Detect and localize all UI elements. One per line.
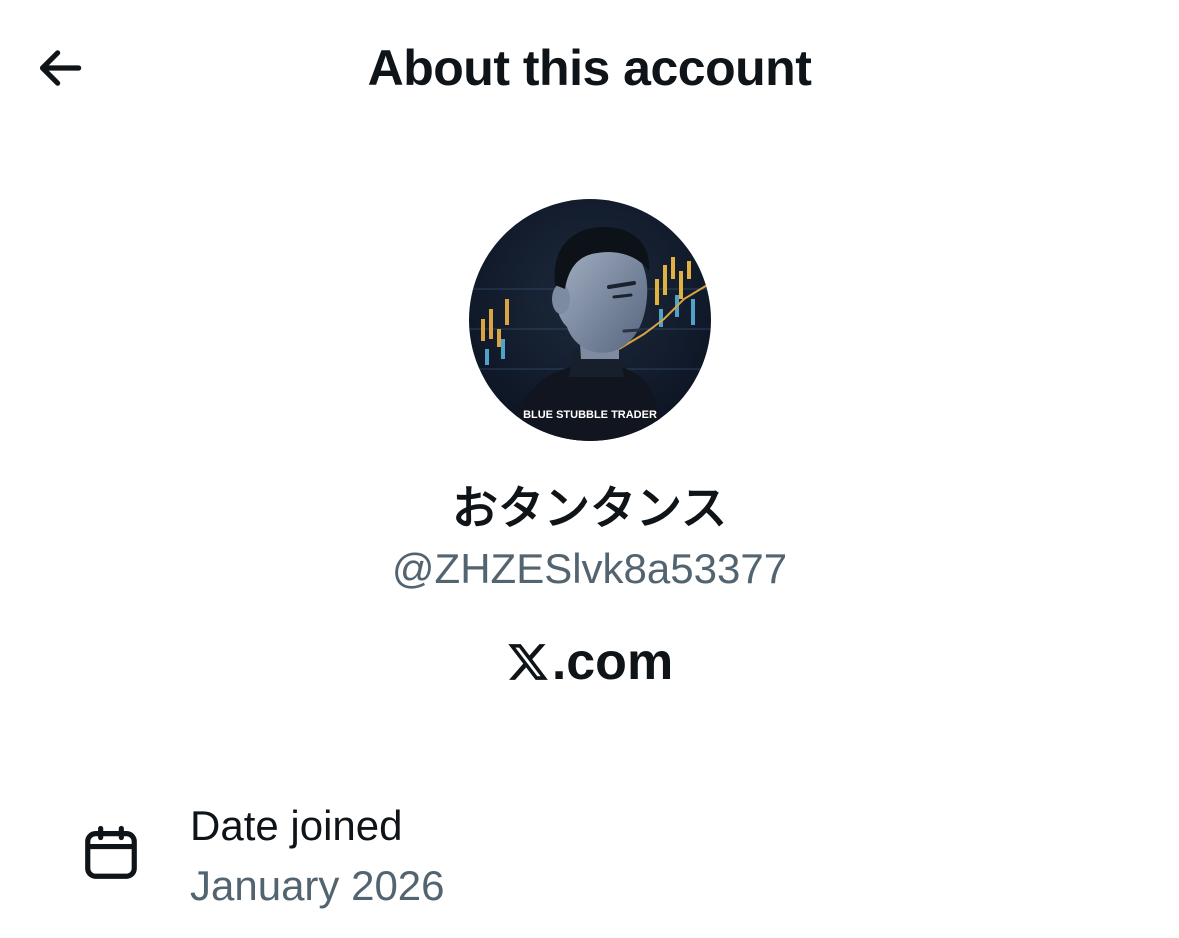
page-title: About this account [367,40,812,96]
user-handle: @ZHZESlvk8a53377 [391,545,788,592]
domain-text: .com [551,633,674,691]
date-joined-value: January 2026 [190,862,445,909]
date-joined-row: Date joined January 2026 [0,798,1179,918]
date-joined-label: Date joined [190,802,403,849]
page-header: About this account [0,0,1179,140]
avatar-caption: BLUE STUBBLE TRADER [523,409,657,421]
avatar[interactable]: BLUE STUBBLE TRADER [469,199,711,441]
avatar-image: BLUE STUBBLE TRADER [469,199,711,441]
platform-domain: .com [0,632,1179,692]
calendar-icon [80,822,142,884]
x-logo-icon [506,640,550,684]
display-name: おタンタンス [451,481,728,535]
